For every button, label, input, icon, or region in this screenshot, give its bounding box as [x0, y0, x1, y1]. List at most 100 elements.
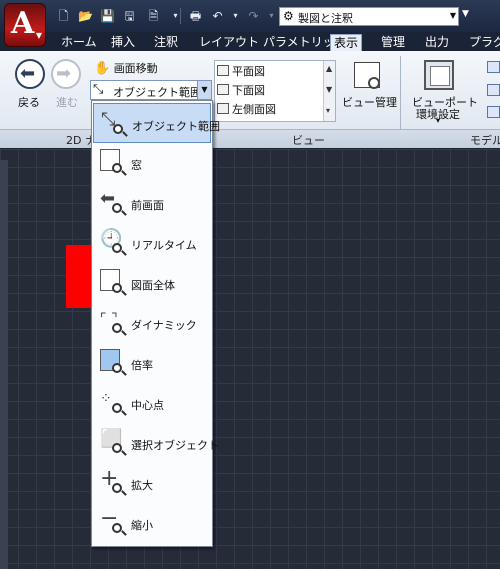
new-file-icon[interactable]: 🗋 — [56, 9, 71, 23]
tab-annotate[interactable]: 注釈 — [151, 34, 181, 51]
forward-view-button[interactable]: ➡ — [51, 59, 81, 89]
view-item-label: 平面図 — [232, 65, 265, 78]
scroll-up-icon[interactable]: ▲ — [326, 64, 332, 73]
gallery-scrollbar[interactable]: ▲ ▼ ▾ — [323, 61, 335, 121]
menu-item-zoom-scale[interactable]: 倍率 — [93, 343, 211, 383]
chevron-down-icon[interactable]: ▾ — [264, 9, 279, 23]
menu-item-zoom-out[interactable]: − 縮小 — [93, 503, 211, 543]
viewport-config-icon[interactable] — [424, 60, 454, 90]
hand-icon: ✋ — [94, 61, 111, 76]
menu-item-label: リアルタイム — [131, 239, 197, 252]
tab-manage[interactable]: 管理 — [378, 34, 408, 51]
back-view-button[interactable]: ⬅ — [15, 59, 45, 89]
view-manager-icon[interactable] — [354, 62, 380, 89]
menu-item-zoom-center[interactable]: ⁘ 中心点 — [93, 383, 211, 423]
zoom-selected-icon: ⬜ — [98, 428, 128, 458]
toolbar-divider — [180, 8, 181, 24]
zoom-object-icon: ⤡ — [99, 109, 129, 139]
back-view-label: 戻る — [18, 96, 40, 109]
workspace-selector[interactable]: ⚙ 製図と注釈 ▼ — [279, 7, 459, 26]
open-folder-icon[interactable]: 📂 — [78, 9, 93, 23]
zoom-center-icon: ⁘ — [98, 388, 128, 418]
zoom-out-icon: − — [98, 508, 128, 538]
menu-item-zoom-object[interactable]: ⬜ 選択オブジェクト — [93, 423, 219, 463]
chevron-down-icon[interactable]: ▾ — [436, 116, 440, 125]
zoom-all-icon — [98, 268, 128, 298]
menu-item-zoom-previous[interactable]: ⬅ 前画面 — [93, 183, 211, 223]
menu-item-zoom-in[interactable]: + 拡大 — [93, 463, 211, 503]
menu-item-label: ダイナミック — [131, 319, 197, 332]
redo-icon[interactable]: ↷ — [246, 9, 261, 23]
menu-item-zoom-all[interactable]: 図面全体 — [93, 263, 211, 303]
zoom-realtime-icon: 🕘 — [98, 228, 128, 258]
zoom-object-icon: ⤡ — [93, 82, 104, 97]
chevron-down-icon[interactable]: ▾ — [228, 9, 243, 23]
scroll-down-icon[interactable]: ▼ — [326, 85, 332, 94]
chevron-down-icon: ▼ — [449, 11, 456, 20]
tab-layout[interactable]: レイアウト — [196, 34, 262, 51]
view-item-label: 下面図 — [232, 84, 265, 97]
view-item-label: 左側面図 — [232, 103, 276, 116]
save-icon[interactable]: 💾 — [100, 9, 115, 23]
view-item-bottom[interactable]: 下面図 — [217, 82, 265, 98]
workspace-name: 製図と注釈 — [298, 12, 353, 25]
menu-item-label: 拡大 — [131, 479, 153, 492]
canvas-left-edge — [0, 160, 8, 569]
drawing-canvas[interactable] — [0, 149, 500, 569]
menu-item-zoom-extents[interactable]: ⤡ オブジェクト範囲 — [93, 103, 220, 143]
chevron-down-icon: ▼ — [35, 31, 42, 40]
menu-item-label: オブジェクト範囲 — [132, 120, 220, 133]
quick-access-toolbar: A ▼ 🗋 📂 💾 🖫 🗎 ▾ 🖶 ↶ ▾ ↷ ▾ ⚙ 製図と注釈 ▼ ▼ — [0, 0, 500, 47]
cube-icon — [217, 103, 229, 114]
zoom-scale-icon — [98, 348, 128, 378]
zoom-extents-label: オブジェクト範囲 — [113, 86, 201, 99]
ribbon-panel-titles: 2D ナ ビュー モデル — [0, 129, 500, 148]
menu-item-label: 選択オブジェクト — [131, 439, 219, 452]
undo-icon[interactable]: ↶ — [210, 9, 225, 23]
application-menu-button[interactable]: A ▼ — [4, 3, 46, 47]
pan-button[interactable]: ✋ 画面移動 — [94, 60, 158, 78]
cube-icon — [217, 84, 229, 95]
tab-output[interactable]: 出力 — [422, 34, 452, 51]
menu-item-zoom-realtime[interactable]: 🕘 リアルタイム — [93, 223, 211, 263]
customize-toolbar-icon[interactable]: ▼ — [462, 9, 469, 19]
zoom-in-icon: + — [98, 468, 128, 498]
red-rectangle-object[interactable] — [66, 245, 94, 308]
viewport-mini-icon[interactable] — [487, 61, 500, 73]
cube-icon — [217, 65, 229, 76]
menu-item-label: 中心点 — [131, 399, 164, 412]
view-manager-label[interactable]: ビュー管理 — [342, 94, 397, 110]
expand-gallery-icon[interactable]: ▾ — [326, 106, 330, 115]
viewport-mini-icon[interactable] — [487, 84, 500, 96]
tab-insert[interactable]: 挿入 — [108, 34, 138, 51]
publish-icon[interactable]: 🗎 — [146, 9, 161, 23]
save-as-icon[interactable]: 🖫 — [122, 9, 137, 23]
menu-item-label: 前画面 — [131, 199, 164, 212]
gear-icon: ⚙ — [283, 9, 294, 23]
zoom-previous-icon: ⬅ — [98, 188, 128, 218]
menu-item-label: 縮小 — [131, 519, 153, 532]
tab-plugins[interactable]: プラグイ — [466, 34, 500, 51]
tab-view[interactable]: 表示 — [330, 34, 363, 51]
menu-item-label: 倍率 — [131, 359, 153, 372]
named-views-gallery[interactable]: 平面図 下面図 左側面図 ▲ ▼ ▾ — [214, 60, 336, 122]
forward-view-label: 進む — [56, 96, 78, 109]
back-arrow-icon: ⬅ — [20, 63, 36, 84]
menu-item-label: 図面全体 — [131, 279, 175, 292]
pan-label: 画面移動 — [113, 62, 158, 75]
view-item-left[interactable]: 左側面図 — [217, 101, 276, 117]
chevron-down-icon[interactable]: ▼ — [197, 81, 211, 99]
ribbon-tab-bar: ホーム 挿入 注釈 レイアウト パラメトリック 表示 管理 出力 プラグイ — [0, 32, 500, 51]
zoom-dynamic-icon: ⌜ ⌝ — [98, 308, 128, 338]
menu-item-zoom-dynamic[interactable]: ⌜ ⌝ ダイナミック — [93, 303, 211, 343]
zoom-dropdown-menu: ⤡ オブジェクト範囲 窓 ⬅ 前画面 🕘 リアルタイム 図面全体 ⌜ ⌝ ダイナ… — [91, 100, 220, 547]
panel-title-views[interactable]: ビュー — [292, 132, 325, 148]
zoom-extents-split-button[interactable]: ⤡ オブジェクト範囲 ▼ — [90, 80, 212, 100]
view-item-top[interactable]: 平面図 — [217, 63, 265, 79]
tab-home[interactable]: ホーム — [58, 34, 100, 51]
zoom-window-icon — [98, 148, 128, 178]
menu-item-zoom-window[interactable]: 窓 — [93, 143, 211, 183]
print-icon[interactable]: 🖶 — [188, 9, 203, 23]
panel-title-model[interactable]: モデル — [470, 132, 500, 148]
viewport-mini-icon[interactable] — [487, 106, 500, 118]
